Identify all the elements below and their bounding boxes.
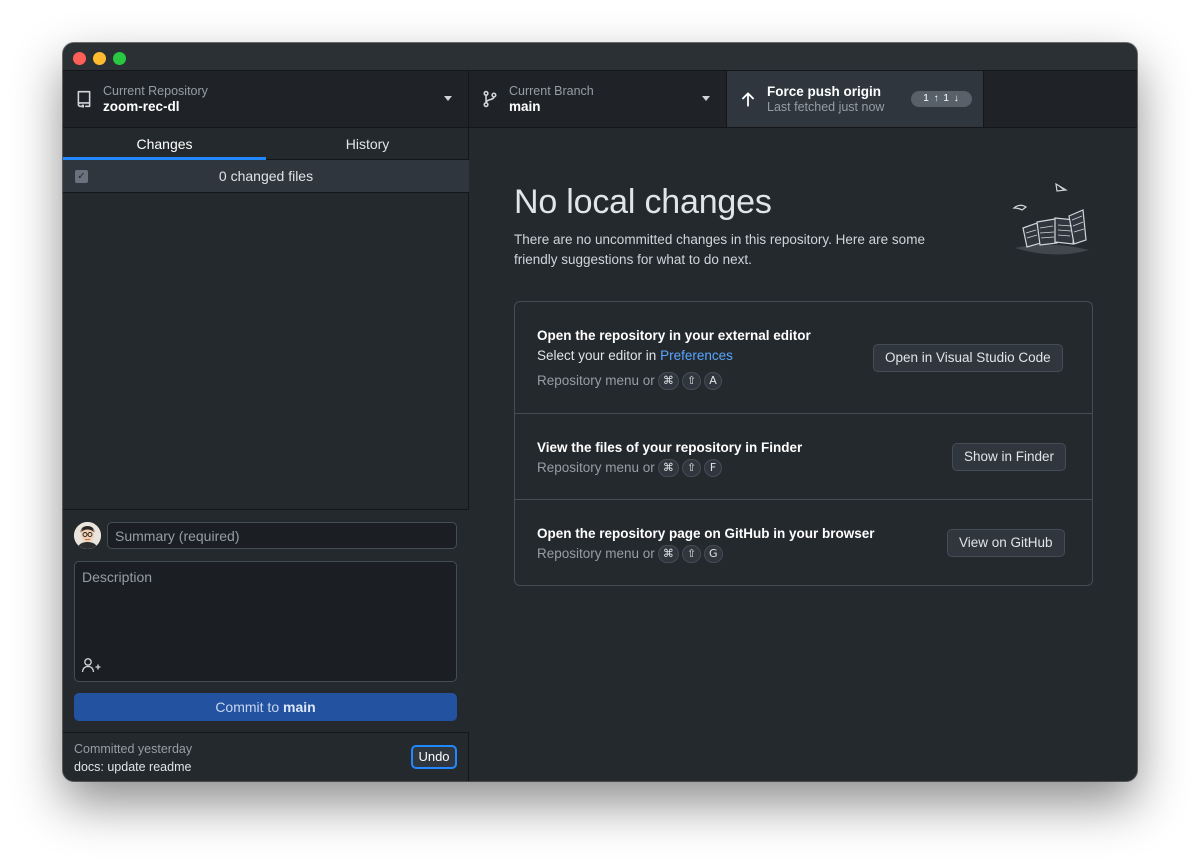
last-fetched-text: Last fetched just now (767, 100, 885, 114)
letter-key: G (704, 545, 723, 563)
push-label: Force push origin (767, 84, 882, 99)
last-commit-time: Committed yesterday (74, 742, 193, 756)
tab-changes[interactable]: Changes (63, 128, 266, 160)
command-key: ⌘ (657, 372, 679, 390)
sidebar-tabs: Changes History (63, 128, 469, 160)
letter-key: F (704, 459, 723, 477)
suggestions-panel: Open the repository in your external edi… (514, 301, 1093, 586)
git-branch-icon (483, 90, 497, 108)
chevron-down-icon (444, 96, 452, 101)
branch-selector[interactable]: Current Branch main (469, 71, 727, 127)
arrow-up-icon (742, 92, 754, 107)
add-coauthor-icon[interactable] (81, 656, 103, 674)
shift-key: ⇧ (681, 372, 702, 390)
shortcut-hint-text: Repository menu or (537, 373, 655, 388)
branch-name: main (509, 99, 541, 114)
last-commit-message: docs: update readme (74, 760, 192, 774)
shortcut-hint: Repository menu or ⌘ ⇧ G (537, 545, 723, 563)
repository-selector[interactable]: Current Repository zoom-rec-dl (63, 71, 469, 127)
suggestion-title: Open the repository page on GitHub in yo… (537, 526, 875, 541)
repository-label: Current Repository (103, 84, 208, 98)
commit-form: Commit to main (63, 509, 469, 732)
suggestion-description: Select your editor in Preferences (537, 348, 733, 363)
repo-icon (77, 90, 91, 108)
suggestion-view-on-github: Open the repository page on GitHub in yo… (515, 500, 1092, 585)
preferences-link[interactable]: Preferences (660, 348, 733, 363)
suggestion-title: Open the repository in your external edi… (537, 328, 811, 343)
select-all-checkbox[interactable]: ✓ (75, 170, 88, 183)
page-subtitle: There are no uncommitted changes in this… (514, 232, 925, 267)
description-box (74, 561, 457, 682)
editor-prefix-text: Select your editor in (537, 348, 657, 363)
commit-button-branch: main (283, 699, 316, 715)
command-key: ⌘ (657, 459, 679, 477)
chevron-down-icon (702, 96, 710, 101)
shortcut-hint: Repository menu or ⌘ ⇧ F (537, 459, 723, 477)
suggestion-title: View the files of your repository in Fin… (537, 440, 803, 455)
description-input[interactable] (75, 562, 456, 652)
last-commit-panel: Committed yesterday docs: update readme … (63, 732, 469, 781)
commit-button-prefix: Commit to (215, 699, 280, 715)
shift-key: ⇧ (681, 545, 702, 563)
suggestion-open-editor: Open the repository in your external edi… (515, 302, 1092, 414)
close-window-button[interactable] (73, 52, 86, 65)
changes-list-header: 0 changed files ✓ (63, 160, 469, 193)
shift-key: ⇧ (681, 459, 702, 477)
toolbar: Current Repository zoom-rec-dl Current B… (63, 71, 1137, 128)
sidebar: Changes History 0 changed files ✓ Summar… (63, 128, 469, 781)
branch-label: Current Branch (509, 84, 594, 98)
shortcut-hint: Repository menu or ⌘ ⇧ A (537, 372, 723, 390)
commit-button[interactable]: Commit to main (74, 693, 457, 721)
undo-button[interactable]: Undo (411, 745, 457, 769)
suggestion-show-in-finder: View the files of your repository in Fin… (515, 414, 1092, 500)
summary-input[interactable] (107, 522, 457, 549)
shortcut-hint-text: Repository menu or (537, 460, 655, 475)
ahead-behind-badge: 1 ↑ 1 ↓ (911, 91, 972, 107)
tab-history[interactable]: History (266, 128, 469, 160)
view-on-github-button[interactable]: View on GitHub (947, 529, 1065, 557)
app-window: Current Repository zoom-rec-dl Current B… (63, 43, 1137, 781)
page-title: No local changes (514, 183, 772, 221)
open-in-vscode-button[interactable]: Open in Visual Studio Code (873, 344, 1063, 372)
changed-files-count: 0 changed files (218, 168, 314, 184)
command-key: ⌘ (657, 545, 679, 563)
show-in-finder-button[interactable]: Show in Finder (952, 443, 1067, 471)
letter-key: A (704, 372, 723, 390)
avatar (74, 522, 101, 549)
main-panel: No local changes There are no uncommitte… (469, 128, 1137, 781)
minimize-window-button[interactable] (93, 52, 106, 65)
force-push-button[interactable]: Force push origin Last fetched just now … (727, 71, 984, 127)
shortcut-hint-text: Repository menu or (537, 546, 655, 561)
zoom-window-button[interactable] (113, 52, 126, 65)
paper-stack-illustration-icon (1012, 182, 1089, 255)
repository-name: zoom-rec-dl (103, 99, 180, 114)
title-bar (63, 43, 1137, 71)
